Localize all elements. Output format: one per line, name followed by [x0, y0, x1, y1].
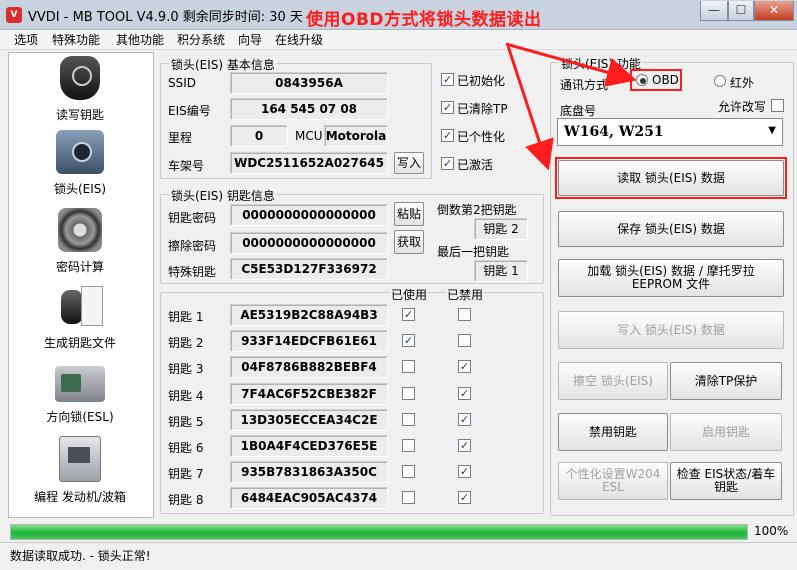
status-bar: 数据读取成功. - 锁头正常! — [0, 542, 797, 570]
arrow-to-read-button — [506, 45, 554, 171]
annotation-arrows — [505, 42, 637, 171]
progress-fill — [11, 525, 747, 539]
progress-label: 100% — [754, 524, 789, 538]
progress-bar — [10, 524, 748, 540]
arrow-to-obd — [505, 42, 637, 87]
status-text: 数据读取成功. - 锁头正常! — [10, 549, 151, 563]
